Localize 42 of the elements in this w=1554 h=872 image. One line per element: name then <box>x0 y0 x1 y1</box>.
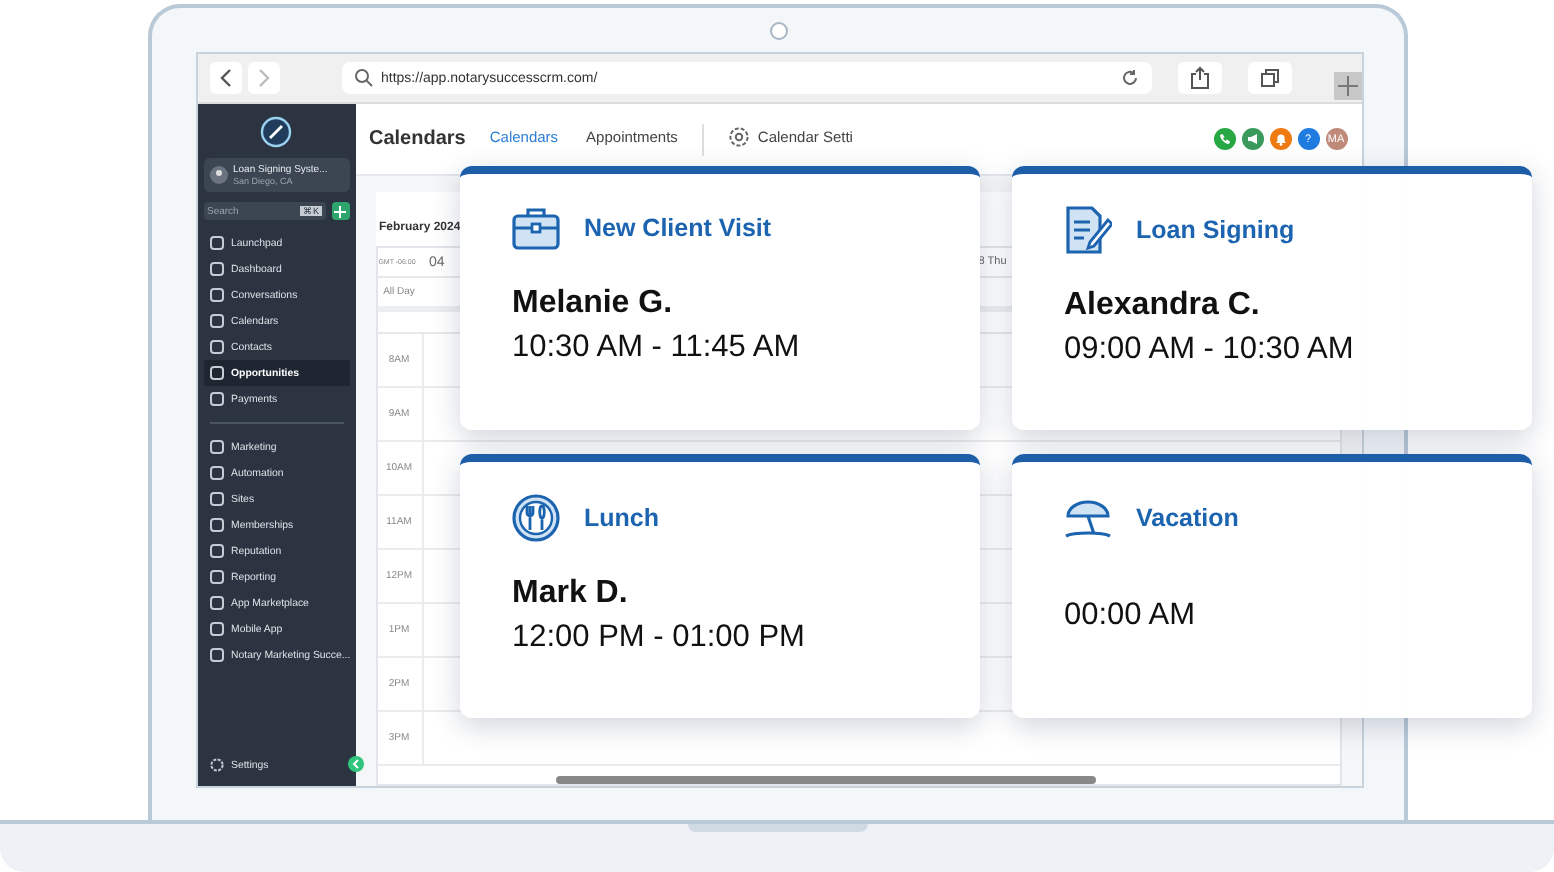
briefcase-icon <box>512 206 560 250</box>
client-name: Melanie G. <box>512 286 675 322</box>
event-time: 09:00 AM - 10:30 AM <box>1064 332 1356 368</box>
client-name: Alexandra C. <box>1064 288 1262 324</box>
event-title: New Client Visit <box>584 214 772 242</box>
chevron-left-icon <box>217 68 233 88</box>
settings-icon <box>209 758 223 773</box>
page-title: Calendars <box>369 128 466 150</box>
bell-button[interactable] <box>1269 128 1291 150</box>
reload-icon[interactable] <box>1119 68 1139 88</box>
camera-dot <box>769 22 787 40</box>
event-title: Loan Signing <box>1136 216 1295 244</box>
event-title: Lunch <box>584 504 659 532</box>
document-pen-icon <box>1064 206 1112 254</box>
phone-icon <box>1217 132 1231 146</box>
new-tab-button[interactable] <box>1333 72 1361 100</box>
user-icon <box>209 166 227 184</box>
beach-umbrella-icon <box>1064 494 1112 542</box>
chevron-right-icon <box>255 68 271 88</box>
collapse-icon[interactable] <box>347 756 363 773</box>
plus-icon <box>1337 76 1357 96</box>
tabs-icon <box>1259 68 1279 88</box>
client-name: Mark D. <box>512 576 630 612</box>
logo-icon <box>260 116 292 148</box>
share-button[interactable] <box>1177 62 1221 94</box>
event-time: 10:30 AM - 11:45 AM <box>512 330 802 366</box>
megaphone-icon <box>1245 132 1259 146</box>
back-button[interactable] <box>209 62 241 94</box>
share-icon <box>1189 66 1209 90</box>
tabs-button[interactable] <box>1247 62 1291 94</box>
event-time: 12:00 PM - 01:00 PM <box>512 620 807 656</box>
gear-icon <box>727 126 750 148</box>
bell-icon <box>1273 132 1287 146</box>
event-title: Vacation <box>1136 504 1239 532</box>
megaphone-button[interactable] <box>1241 128 1263 150</box>
phone-button[interactable] <box>1213 128 1235 150</box>
add-button[interactable] <box>331 202 349 220</box>
plate-cutlery-icon <box>512 494 560 542</box>
plus-icon <box>334 205 346 217</box>
scrollbar[interactable] <box>555 776 1095 785</box>
event-time: 00:00 AM <box>1064 598 1197 634</box>
search-icon <box>353 68 373 88</box>
